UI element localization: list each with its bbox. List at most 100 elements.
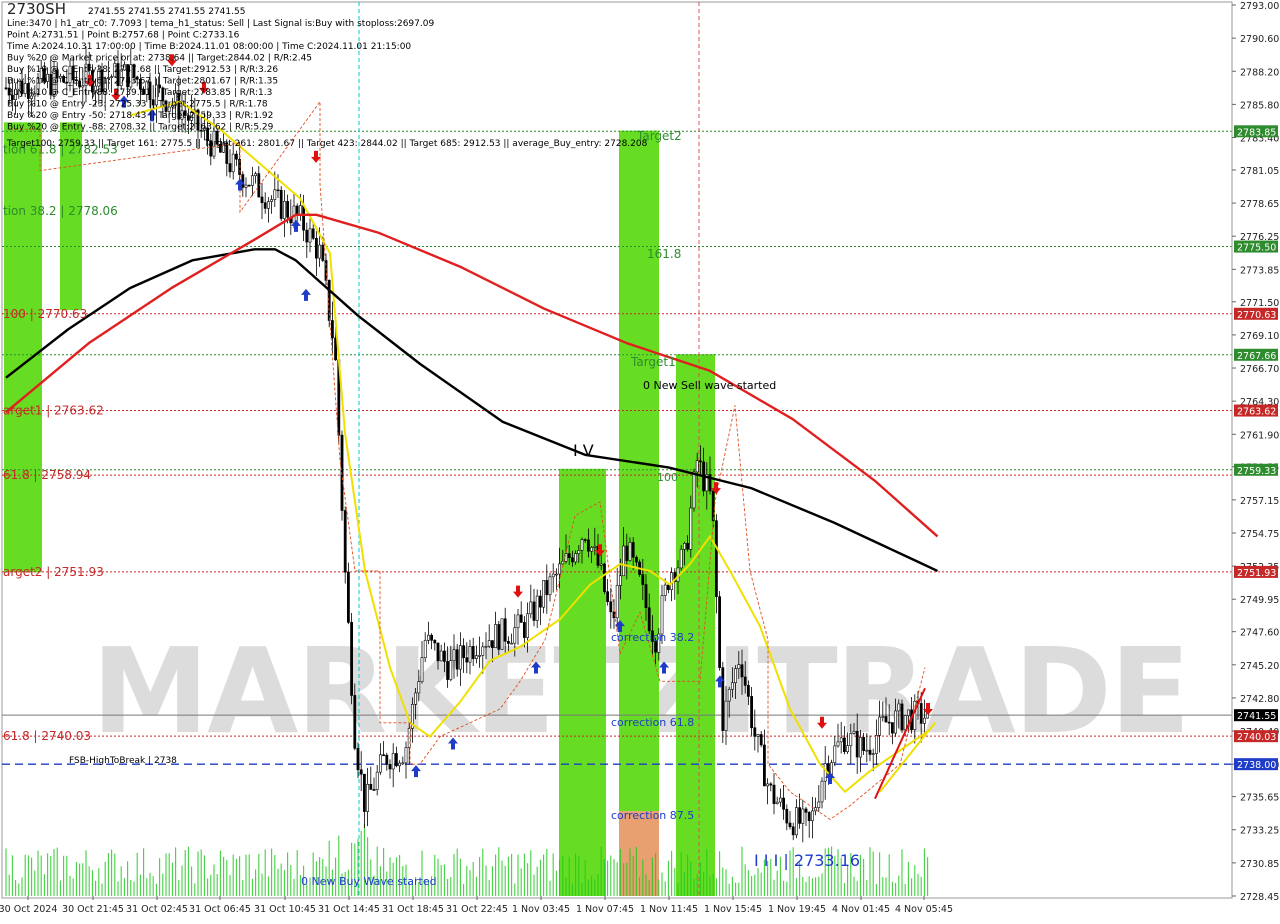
candle-body	[455, 649, 459, 670]
y-tick-label: 2749.95	[1240, 595, 1279, 606]
candle-body	[865, 749, 869, 752]
candle-body	[458, 645, 462, 670]
candle-body	[862, 737, 866, 751]
chart-annotation: correction 38.2	[611, 631, 694, 644]
candle-body	[756, 734, 760, 737]
candle-body	[516, 614, 520, 629]
candle-body	[743, 676, 747, 686]
x-tick-label: 30 Oct 21:45	[62, 904, 124, 915]
candle-body	[894, 710, 898, 734]
candle-body	[436, 642, 440, 662]
info-line: Buy %10 @ C_Entry61: 2743.67 || Target:2…	[7, 77, 278, 87]
candle-body	[830, 762, 834, 775]
candle-body	[532, 601, 536, 621]
price-badge-label: 2740.03	[1237, 732, 1276, 743]
candle-body	[900, 703, 904, 731]
price-badge-label: 2763.62	[1237, 407, 1276, 418]
y-tick-label: 2742.80	[1240, 694, 1279, 705]
candle-body	[698, 460, 702, 463]
candle-body	[762, 744, 766, 787]
candle-body	[346, 571, 350, 623]
candle-body	[580, 539, 584, 551]
chart-annotation: correction 61.8	[611, 716, 694, 729]
candle-body	[660, 595, 664, 635]
candle-body	[794, 807, 798, 836]
candle-body	[759, 734, 763, 746]
candle-body	[903, 715, 907, 731]
zone-bar	[619, 811, 659, 896]
candle-body	[503, 618, 507, 642]
info-line: Buy %20 @ Market price or at: 2738.64 ||…	[7, 54, 312, 64]
candle-body	[906, 709, 910, 716]
candle-body	[330, 320, 334, 339]
candle-body	[302, 205, 306, 231]
price-badge-label: 2741.55	[1237, 711, 1276, 722]
candle-body	[356, 748, 360, 771]
candle-body	[890, 722, 894, 734]
candle-body	[842, 737, 846, 753]
level-label: 61.8 | 2740.03	[3, 729, 91, 743]
candle-body	[260, 196, 264, 203]
candle-body	[730, 682, 734, 690]
candle-body	[593, 545, 597, 548]
chart-annotation: FSB-HighToBreak | 2738	[69, 756, 177, 766]
y-tick-label: 2745.20	[1240, 661, 1279, 672]
candle-body	[423, 639, 427, 659]
price-badge-label: 2767.66	[1237, 351, 1276, 362]
info-line: Time A:2024.10.31 17:00:00 | Time B:2024…	[6, 42, 411, 52]
candle-body	[314, 238, 318, 259]
candle-body	[401, 762, 405, 765]
candle-body	[583, 539, 587, 541]
level-label: 100 | 2770.63	[3, 307, 87, 321]
candle-body	[321, 244, 325, 261]
zone-bar	[619, 130, 659, 812]
candle-body	[737, 664, 741, 669]
candle-body	[369, 783, 373, 790]
candle-body	[343, 510, 347, 573]
candle-body	[846, 745, 850, 753]
chart-annotation: 0 New Sell wave started	[643, 379, 776, 392]
candle-body	[372, 789, 376, 791]
candle-body	[618, 575, 622, 586]
candle-body	[689, 507, 693, 550]
header-price-line: 2741.55 2741.55 2741.55 2741.55	[88, 7, 245, 17]
candle-body	[244, 184, 248, 188]
y-tick-label: 2773.85	[1240, 265, 1279, 276]
candle-body	[542, 580, 546, 608]
candle-body	[487, 640, 491, 647]
candle-body	[449, 660, 453, 680]
candle-body	[417, 681, 421, 694]
candle-body	[362, 773, 366, 812]
candle-body	[804, 808, 808, 813]
candle-body	[254, 173, 258, 177]
candle-body	[442, 650, 446, 662]
candle-body	[481, 646, 485, 656]
x-tick-label: 31 Oct 02:45	[126, 904, 188, 915]
x-tick-label: 31 Oct 22:45	[446, 904, 508, 915]
candle-body	[602, 563, 606, 592]
candle-body	[490, 640, 494, 648]
candle-body	[686, 543, 690, 550]
y-tick-label: 2754.75	[1240, 529, 1279, 540]
chart-annotation: 161.8	[647, 247, 681, 261]
candle-body	[631, 542, 635, 558]
candle-body	[817, 801, 821, 808]
candle-body	[305, 229, 309, 243]
candle-body	[484, 645, 488, 648]
candle-body	[625, 545, 629, 561]
candle-body	[414, 692, 418, 705]
zone-bar	[4, 122, 42, 573]
candle-body	[388, 764, 392, 770]
candle-body	[750, 696, 754, 729]
zone-bar	[559, 468, 606, 896]
price-badge-label: 2775.50	[1237, 243, 1276, 254]
info-line: Buy %10 @ C_Entry38: 2747.68 || Target:2…	[7, 65, 278, 75]
candle-body	[471, 646, 475, 659]
candle-body	[746, 685, 750, 697]
candle-body	[577, 550, 581, 554]
candle-body	[404, 747, 408, 764]
candle-body	[852, 730, 856, 734]
candle-body	[308, 228, 312, 243]
trading-chart: MARKETZITRADE Target2161.8Target10 New S…	[0, 0, 1280, 920]
info-line: Line:3470 | h1_atr_c0: 7.7093 | tema_h1_…	[7, 19, 434, 29]
